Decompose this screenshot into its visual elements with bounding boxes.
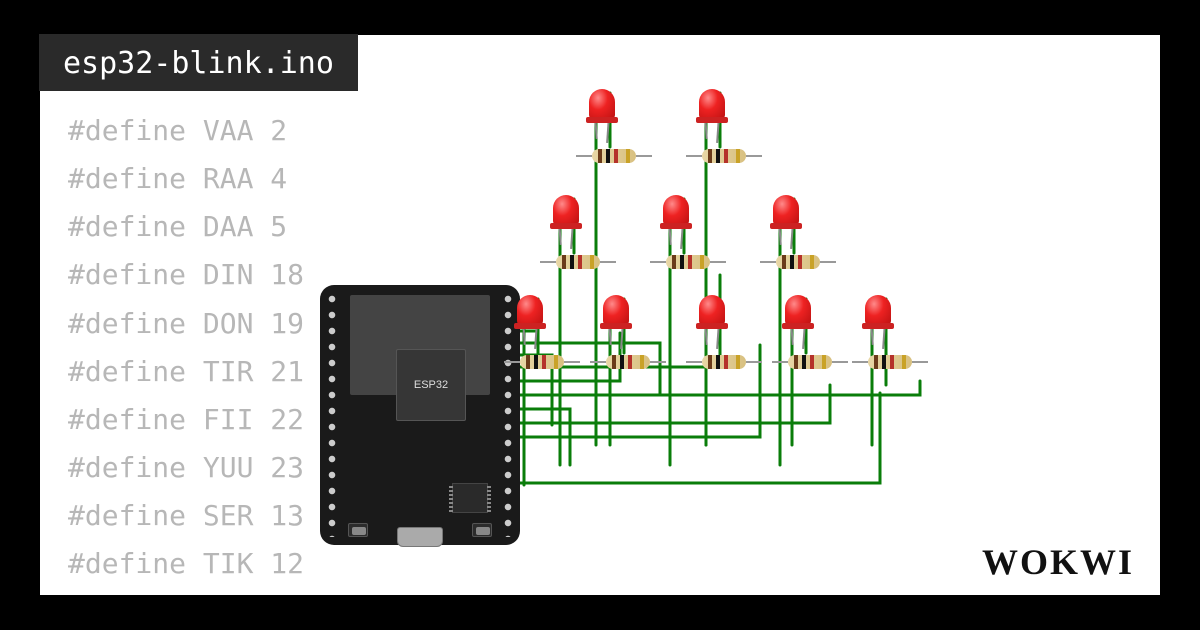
code-line: #define VAA 2 [68, 107, 304, 155]
red-led-icon [603, 295, 629, 325]
red-led-icon [589, 89, 615, 119]
red-led-icon [553, 195, 579, 225]
resistor-icon [606, 355, 650, 369]
source-code: #define VAA 2#define RAA 4#define DAA 5#… [68, 107, 304, 589]
file-tab: esp32-blink.ino [39, 34, 358, 91]
red-led-icon [699, 295, 725, 325]
usb-serial-chip [452, 483, 488, 513]
led-r1-a [602, 127, 603, 128]
code-line: #define RAA 4 [68, 155, 304, 203]
code-line: #define DIN 18 [68, 251, 304, 299]
led-r3-b [616, 333, 617, 334]
code-line: #define TIR 21 [68, 348, 304, 396]
resistor-icon [788, 355, 832, 369]
red-led-icon [773, 195, 799, 225]
resistor-icon [702, 355, 746, 369]
led-r3-d [798, 333, 799, 334]
resistor-icon [702, 149, 746, 163]
code-line: #define SER 13 [68, 492, 304, 540]
esp32-chip: ESP32 [396, 349, 466, 421]
red-led-icon [699, 89, 725, 119]
brand-text: WOKWI [982, 542, 1134, 582]
resistor-icon [776, 255, 820, 269]
micro-usb-port [397, 527, 443, 547]
chip-label: ESP32 [414, 379, 448, 391]
boot-button[interactable] [472, 523, 492, 537]
esp32-board: ESP32 [320, 285, 520, 545]
red-led-icon [865, 295, 891, 325]
wokwi-logo: WOKWI [982, 541, 1134, 583]
preview-card: esp32-blink.ino #define VAA 2#define RAA… [40, 35, 1160, 595]
red-led-icon [663, 195, 689, 225]
code-line: #define YUU 23 [68, 444, 304, 492]
led-r2-b [676, 233, 677, 234]
led-r3-e [878, 333, 879, 334]
resistor-icon [556, 255, 600, 269]
red-led-icon [517, 295, 543, 325]
code-line: #define DAA 5 [68, 203, 304, 251]
led-r3-c [712, 333, 713, 334]
code-line: #define FII 22 [68, 396, 304, 444]
rf-shield: ESP32 [350, 295, 490, 395]
resistor-icon [592, 149, 636, 163]
code-line: #define TIK 12 [68, 540, 304, 588]
led-r2-a [566, 233, 567, 234]
led-r1-b [712, 127, 713, 128]
en-button[interactable] [348, 523, 368, 537]
circuit-diagram: ESP32 [320, 85, 1080, 555]
resistor-icon [868, 355, 912, 369]
file-name: esp32-blink.ino [63, 46, 334, 81]
resistor-icon [666, 255, 710, 269]
led-r3-a [530, 333, 531, 334]
code-line: #define DON 19 [68, 300, 304, 348]
led-r2-c [786, 233, 787, 234]
resistor-icon [520, 355, 564, 369]
red-led-icon [785, 295, 811, 325]
